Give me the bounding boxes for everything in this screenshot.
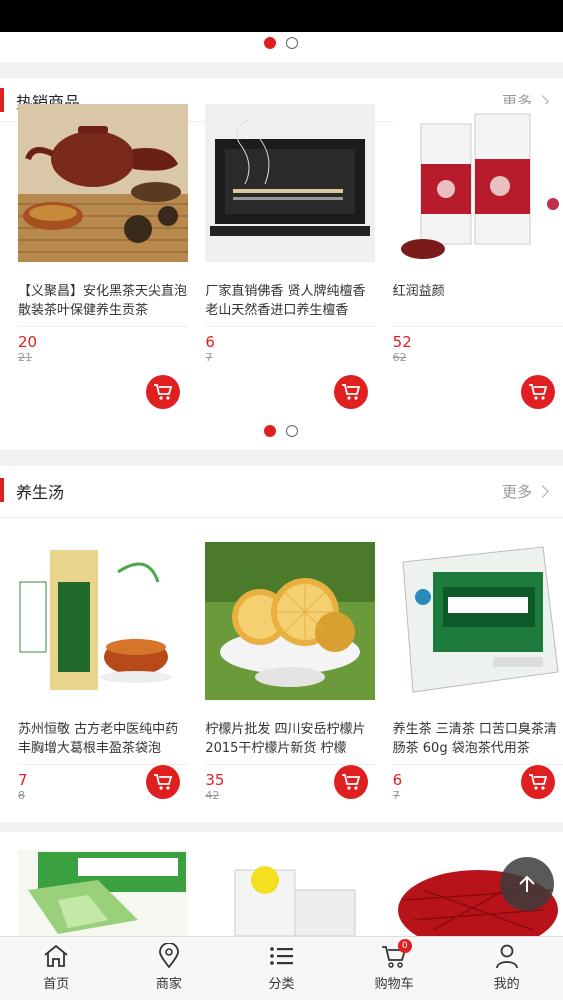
product-row: 【义聚昌】安化黑茶天尖直泡散装茶叶保健养生贡茶 20 21 厂家直销佛香 贤人牌… [0, 104, 563, 409]
product-name: 苏州恒敬 古方老中医纯中药丰胸增大葛根丰盈茶袋泡 [18, 722, 179, 756]
section-accent-bar [0, 478, 4, 502]
banner-area [0, 32, 563, 62]
product-name: 【义聚昌】安化黑茶天尖直泡散装茶叶保健养生贡茶 [18, 284, 188, 318]
tab-profile[interactable]: 我的 [450, 937, 563, 1000]
product-image[interactable] [392, 104, 563, 262]
person-icon [495, 944, 518, 969]
section-header: 养生汤 更多 [0, 466, 563, 518]
product-card[interactable]: 苏州恒敬 古方老中医纯中药丰胸增大葛根丰盈茶袋泡 7 8 [18, 542, 188, 802]
bottom-tab-bar: 首页 商家 分类 0 购物车 我的 [0, 936, 563, 1000]
more-label: 更多 [501, 483, 532, 501]
product-card[interactable]: 柠檬片批发 四川安岳柠檬片 2015干柠檬片新货 柠檬 35 42 [205, 542, 376, 802]
status-bar [0, 0, 563, 32]
tab-label: 分类 [268, 977, 295, 992]
banner-pagination [264, 37, 298, 49]
tab-label: 我的 [493, 977, 520, 992]
product-name: 柠檬片批发 四川安岳柠檬片 2015干柠檬片新货 柠檬 [205, 722, 366, 756]
product-card[interactable]: 厂家直销佛香 贤人牌纯檀香老山天然香进口养生檀香 6 7 [205, 104, 376, 409]
product-old-price: 62 [392, 351, 407, 364]
product-image[interactable] [392, 542, 563, 700]
cart-icon [341, 384, 360, 400]
divider [18, 326, 188, 327]
section-hot-products: 热销商品 更多 【义聚昌】安化黑茶天尖直泡散装茶叶保健养生贡茶 20 21 厂家… [0, 78, 563, 450]
location-pin-icon [158, 943, 179, 969]
product-card[interactable]: 养生茶 三清茶 口苦口臭茶清肠茶 60g 袋泡茶代用茶 6 7 [392, 542, 563, 802]
divider [205, 326, 376, 327]
product-name: 养生茶 三清茶 口苦口臭茶清肠茶 60g 袋泡茶代用茶 [392, 722, 557, 756]
list-icon [270, 947, 294, 965]
product-row: 苏州恒敬 古方老中医纯中药丰胸增大葛根丰盈茶袋泡 7 8 柠檬片批发 四川安岳柠… [0, 542, 563, 802]
product-price: 52 [392, 333, 412, 351]
product-card[interactable] [205, 850, 376, 936]
product-image[interactable] [205, 104, 376, 262]
tab-merchants[interactable]: 商家 [113, 937, 226, 1000]
product-price: 20 [18, 333, 38, 351]
tab-home[interactable]: 首页 [0, 937, 113, 1000]
product-card[interactable] [18, 850, 188, 936]
product-image[interactable] [18, 850, 188, 936]
product-image[interactable] [205, 850, 376, 936]
add-to-cart-button[interactable] [333, 765, 368, 799]
more-link[interactable]: 更多 [501, 481, 549, 502]
add-to-cart-button[interactable] [520, 375, 555, 409]
product-name: 红润益颜 [392, 284, 445, 299]
pagination-dot[interactable] [286, 37, 298, 49]
chevron-right-icon [536, 485, 549, 498]
section-health-soup: 养生汤 更多 苏州恒敬 古方老中医纯中药丰胸增大葛根丰盈茶袋泡 7 8 柠檬片批… [0, 466, 563, 822]
cart-badge: 0 [397, 939, 412, 953]
cart-icon [528, 774, 548, 790]
product-name: 厂家直销佛香 贤人牌纯檀香老山天然香进口养生檀香 [205, 284, 366, 318]
add-to-cart-button[interactable] [333, 375, 368, 409]
home-icon [44, 944, 68, 967]
arrow-up-icon [519, 875, 535, 892]
cart-icon [154, 384, 173, 400]
cart-icon [528, 384, 548, 400]
back-to-top-button[interactable] [500, 857, 554, 911]
tab-label: 购物车 [374, 977, 414, 992]
product-card[interactable]: 红润益颜 52 62 [392, 104, 563, 409]
product-price: 6 [205, 333, 215, 351]
product-card[interactable]: 【义聚昌】安化黑茶天尖直泡散装茶叶保健养生贡茶 20 21 [18, 104, 188, 409]
product-image[interactable] [18, 542, 188, 700]
product-old-price: 21 [18, 351, 32, 364]
pagination-dot[interactable] [286, 425, 298, 437]
add-to-cart-button[interactable] [520, 765, 555, 799]
product-row [0, 850, 563, 936]
divider [392, 326, 563, 327]
cart-icon [154, 774, 173, 790]
product-image[interactable] [18, 104, 188, 262]
section-more-products [0, 832, 563, 936]
section-title: 养生汤 [16, 483, 65, 502]
add-to-cart-button[interactable] [146, 375, 181, 409]
cart-icon [341, 774, 360, 790]
product-image[interactable] [205, 542, 376, 700]
product-old-price: 7 [205, 351, 213, 364]
tab-categories[interactable]: 分类 [225, 937, 338, 1000]
pagination-dot-active[interactable] [264, 425, 276, 437]
tab-label: 首页 [43, 977, 70, 992]
tab-cart[interactable]: 0 购物车 [338, 937, 451, 1000]
pagination-dot-active[interactable] [264, 37, 276, 49]
tab-label: 商家 [155, 977, 182, 992]
product-pagination [264, 425, 298, 437]
